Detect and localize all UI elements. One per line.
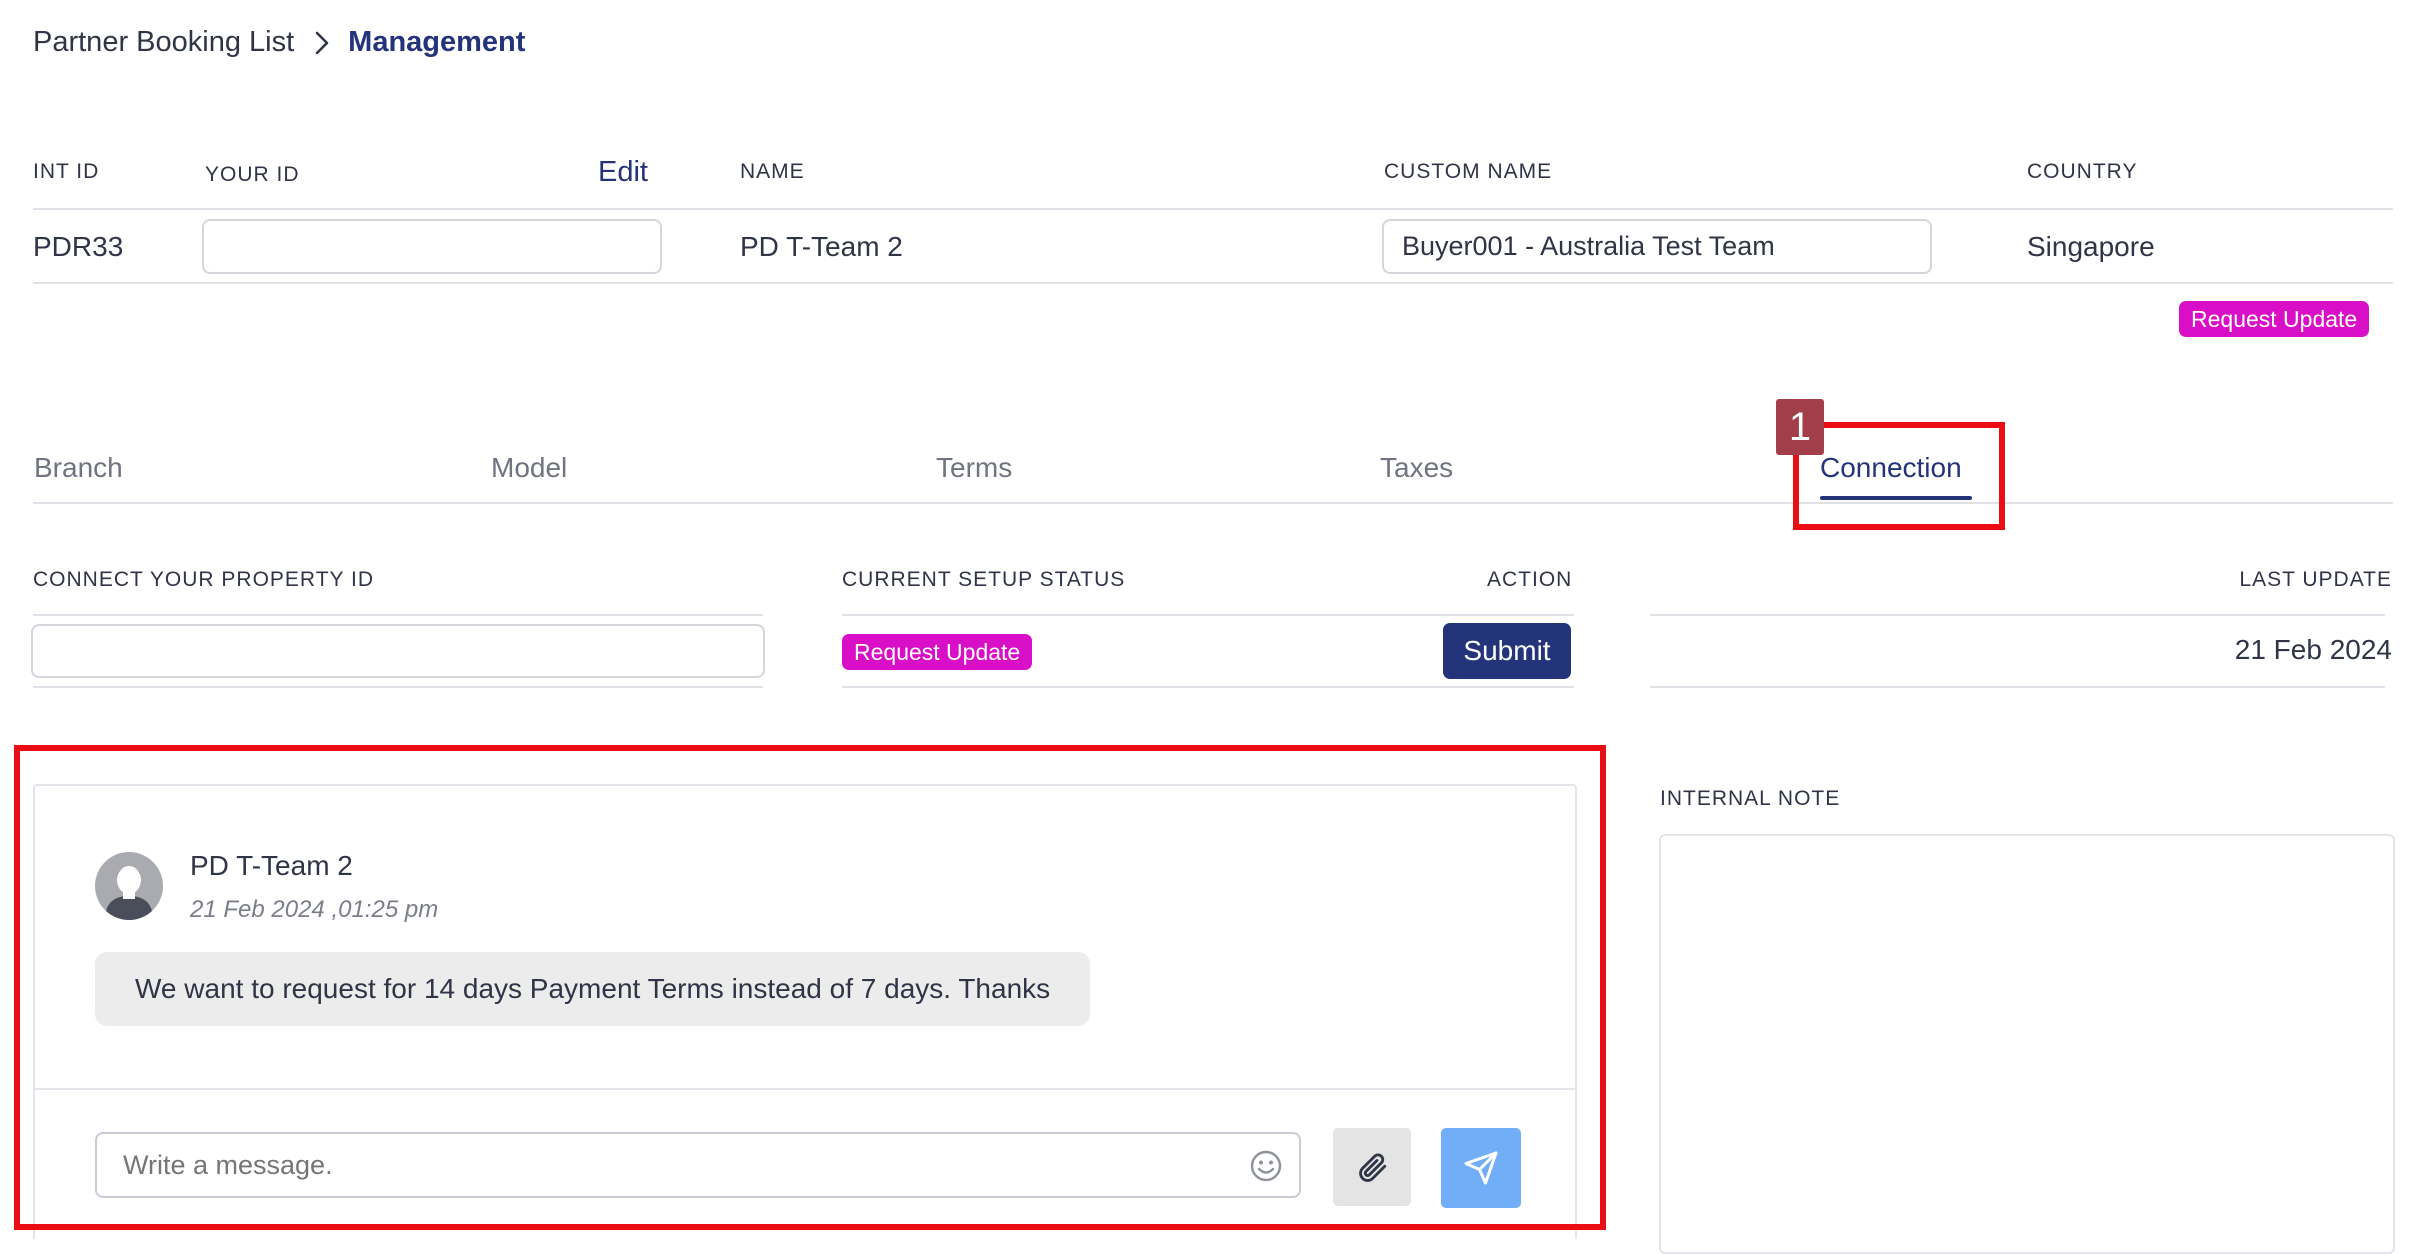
- connection-row-divider-mid: [842, 686, 1574, 688]
- country-value: Singapore: [2027, 231, 2155, 262]
- your-id-input[interactable]: [202, 219, 662, 274]
- tab-taxes[interactable]: Taxes: [1380, 452, 1453, 484]
- tab-terms[interactable]: Terms: [936, 452, 1012, 484]
- status-badge: Request Update: [842, 634, 1033, 670]
- breadcrumb-current: Management: [348, 26, 526, 58]
- chat-panel-highlight: [14, 745, 1606, 1230]
- tab-model[interactable]: Model: [491, 452, 567, 484]
- request-update-badge[interactable]: Request Update: [2179, 301, 2370, 337]
- internal-note-label: INTERNAL NOTE: [1660, 787, 1841, 810]
- header-int-id: INT ID: [33, 160, 100, 183]
- submit-button[interactable]: Submit: [1443, 623, 1571, 679]
- connection-tab-highlight: [1793, 422, 2005, 530]
- internal-note-textarea[interactable]: [1659, 834, 2395, 1254]
- chevron-right-icon: [314, 30, 330, 56]
- header-name: NAME: [740, 160, 805, 183]
- connection-header-divider-mid: [842, 614, 1574, 616]
- header-connect-property-id: CONNECT YOUR PROPERTY ID: [33, 568, 375, 591]
- header-current-setup-status: CURRENT SETUP STATUS: [842, 568, 1126, 591]
- header-country: COUNTRY: [2027, 160, 2138, 183]
- header-last-update: LAST UPDATE: [2239, 568, 2392, 591]
- tabs-divider: [33, 502, 2393, 504]
- connection-row-divider-right: [1650, 686, 2385, 688]
- table-header-divider: [33, 208, 2393, 210]
- breadcrumb: Partner Booking List Management: [33, 26, 525, 59]
- annotation-number-badge: 1: [1776, 399, 1824, 455]
- table-row-divider: [33, 282, 2393, 284]
- header-action: ACTION: [1487, 568, 1573, 591]
- property-id-input[interactable]: [31, 624, 765, 678]
- name-value: PD T-Team 2: [740, 231, 903, 262]
- breadcrumb-parent[interactable]: Partner Booking List: [33, 26, 294, 59]
- custom-name-input[interactable]: [1382, 219, 1932, 274]
- connection-header-divider-right: [1650, 614, 2385, 616]
- header-custom-name: CUSTOM NAME: [1384, 160, 1553, 183]
- last-update-value: 21 Feb 2024: [2234, 634, 2392, 665]
- int-id-value: PDR33: [33, 231, 124, 262]
- header-your-id: YOUR ID: [205, 163, 300, 186]
- tab-branch[interactable]: Branch: [34, 452, 123, 484]
- connection-header-divider-left: [33, 614, 763, 616]
- connection-row-divider-left: [33, 686, 763, 688]
- edit-link[interactable]: Edit: [598, 156, 648, 189]
